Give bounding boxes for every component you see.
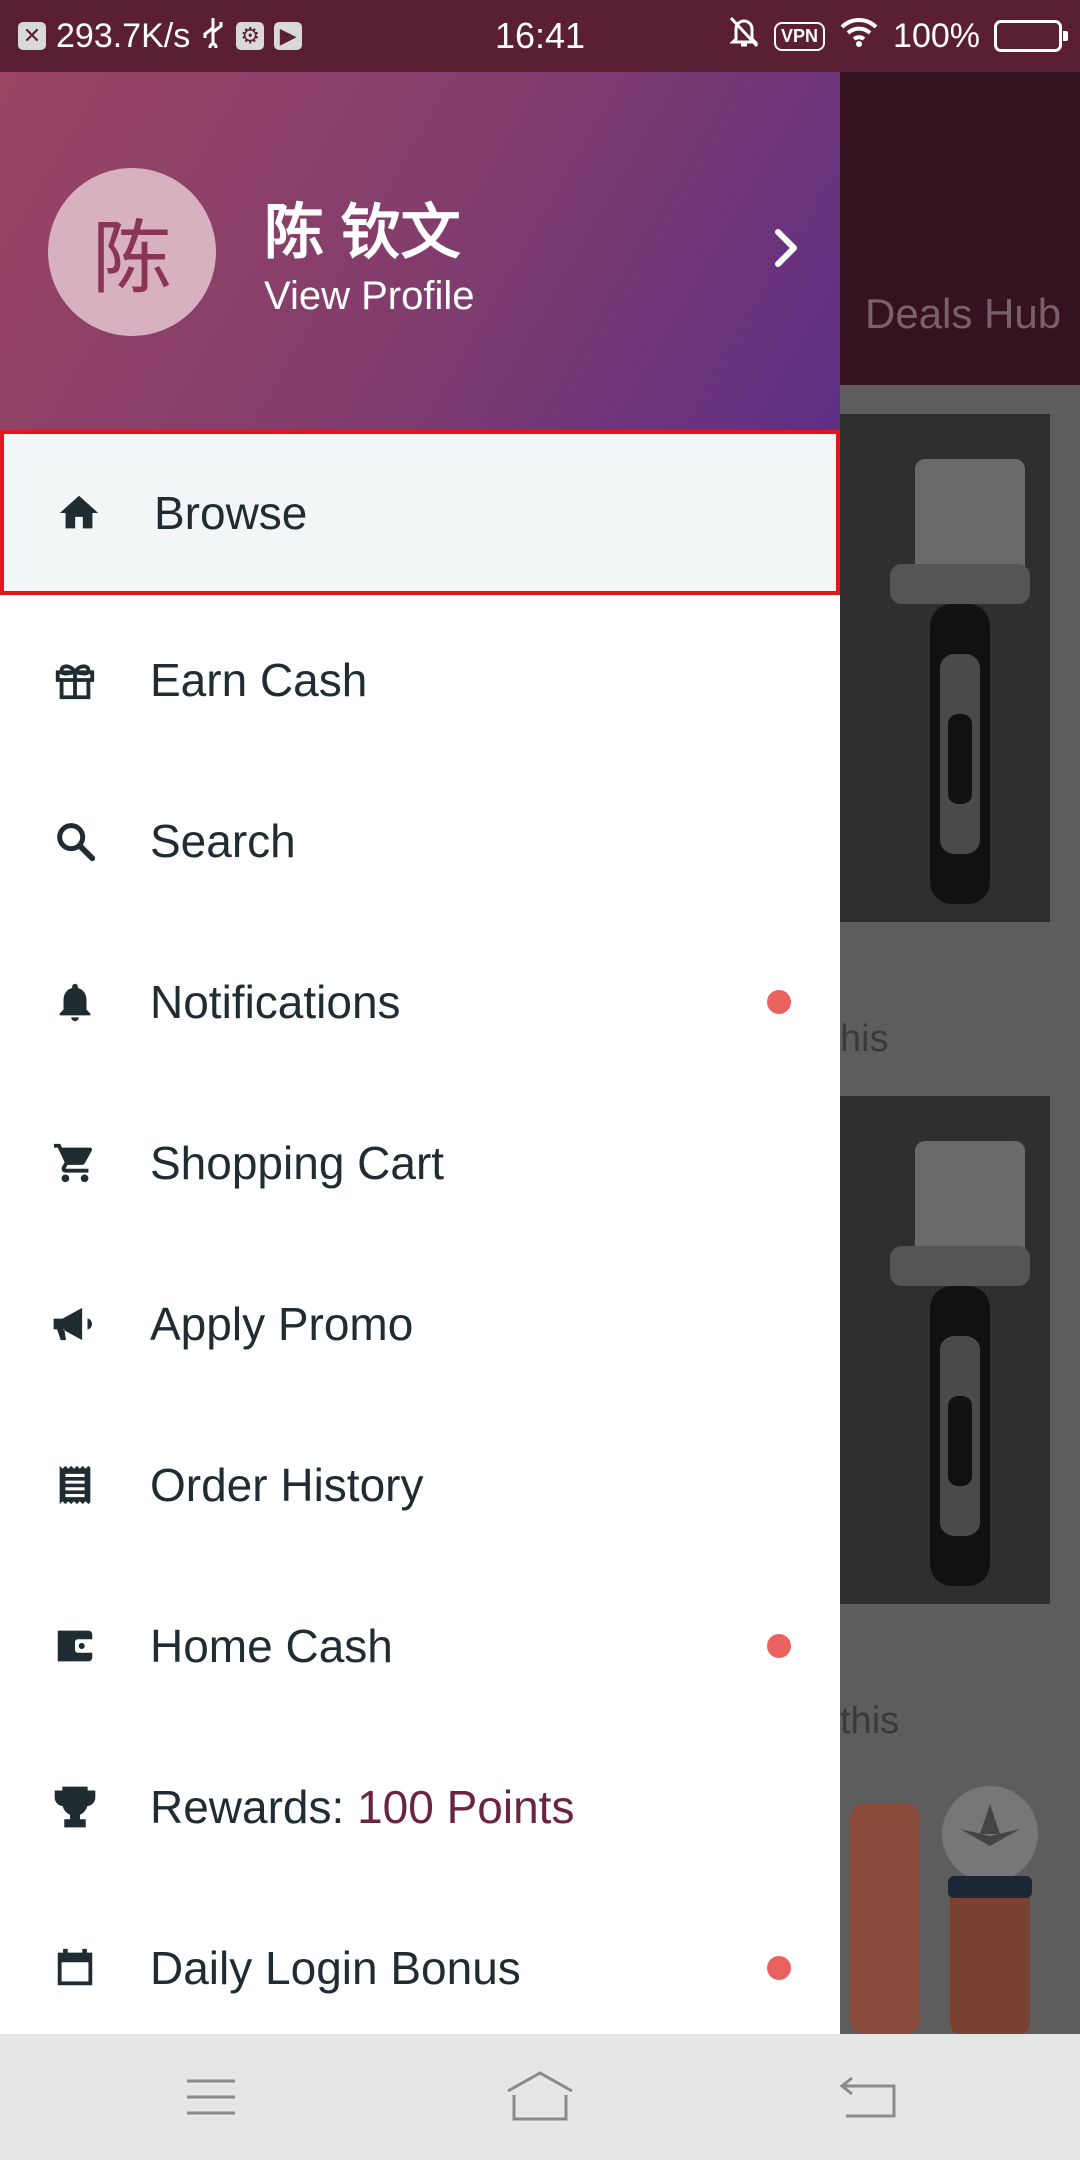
menu-item-apply-promo[interactable]: Apply Promo <box>0 1243 840 1404</box>
status-bar: ✕ 293.7K/s ⚙ ▶ 16:41 VPN 100% <box>0 0 1080 72</box>
battery-percent: 100% <box>893 16 980 55</box>
search-icon <box>50 816 100 866</box>
notification-badge <box>767 1633 791 1658</box>
back-icon <box>839 2076 896 2118</box>
rewards-label: Rewards: <box>150 1780 358 1833</box>
blender-image <box>840 1784 1080 2034</box>
product-image <box>840 414 1050 922</box>
home-icon <box>54 488 104 538</box>
navigation-drawer: 陈 陈 钦文 View Profile Browse Earn Cash Sea… <box>0 72 840 2034</box>
menu-item-earn-cash[interactable]: Earn Cash <box>0 599 840 760</box>
menu-item-label: Earn Cash <box>150 653 368 706</box>
background-caption: his <box>840 1018 889 1060</box>
background-caption: this <box>840 1700 900 1742</box>
notification-badge <box>767 1955 791 1980</box>
view-profile-link[interactable]: View Profile <box>264 274 474 319</box>
menu-item-rewards[interactable]: Rewards: 100 Points <box>0 1726 840 1887</box>
notification-badge <box>767 989 791 1014</box>
menu-item-label: Notifications <box>150 975 401 1028</box>
menu-item-label: Shopping Cart <box>150 1136 445 1189</box>
receipt-icon <box>50 1460 100 1510</box>
home-outline-icon <box>507 2071 573 2121</box>
system-nav-bar <box>0 2034 1080 2160</box>
vpn-badge: VPN <box>774 21 826 51</box>
avatar[interactable]: 陈 <box>48 168 216 336</box>
megaphone-icon <box>50 1299 100 1349</box>
menu-item-notifications[interactable]: Notifications <box>0 921 840 1082</box>
menu-item-label: Browse <box>154 486 308 539</box>
gift-icon <box>50 655 100 705</box>
back-nav-button[interactable] <box>832 2064 904 2130</box>
user-name: 陈 钦文 <box>264 199 461 266</box>
chevron-right-icon[interactable] <box>760 222 812 274</box>
menu-item-label: Daily Login Bonus <box>150 1941 521 1994</box>
product-image <box>840 1096 1050 1604</box>
menu-item-browse[interactable]: Browse <box>0 430 840 595</box>
profile-header[interactable]: 陈 陈 钦文 View Profile <box>0 72 840 430</box>
background-tab-deals-hub: Deals Hub <box>865 290 1062 337</box>
menu-icon <box>187 2079 235 2115</box>
calendar-icon <box>50 1943 100 1993</box>
menu-item-label: Apply Promo <box>150 1297 414 1350</box>
wallet-icon <box>50 1621 100 1671</box>
menu-item-daily-login-bonus[interactable]: Daily Login Bonus <box>0 1887 840 2034</box>
rewards-points: 100 Points <box>357 1780 575 1833</box>
menu-item-order-history[interactable]: Order History <box>0 1404 840 1565</box>
trophy-icon <box>50 1782 100 1832</box>
menu-item-search[interactable]: Search <box>0 760 840 921</box>
background-header <box>840 72 1080 385</box>
battery-icon <box>994 20 1068 52</box>
menu-item-label: Order History <box>150 1458 424 1511</box>
menu-item-shopping-cart[interactable]: Shopping Cart <box>0 1082 840 1243</box>
menu-item-home-cash[interactable]: Home Cash <box>0 1565 840 1726</box>
menu-item-label: Home Cash <box>150 1619 393 1672</box>
menu-item-label: Rewards: 100 Points <box>150 1780 574 1834</box>
home-nav-button[interactable] <box>504 2064 576 2130</box>
bell-icon <box>50 977 100 1027</box>
wifi-icon <box>839 16 879 57</box>
cart-icon <box>50 1138 100 1188</box>
mute-bell-icon <box>728 15 760 58</box>
status-right: VPN 100% <box>728 0 1068 72</box>
menu-nav-button[interactable] <box>175 2064 247 2130</box>
menu-item-label: Search <box>150 814 296 867</box>
